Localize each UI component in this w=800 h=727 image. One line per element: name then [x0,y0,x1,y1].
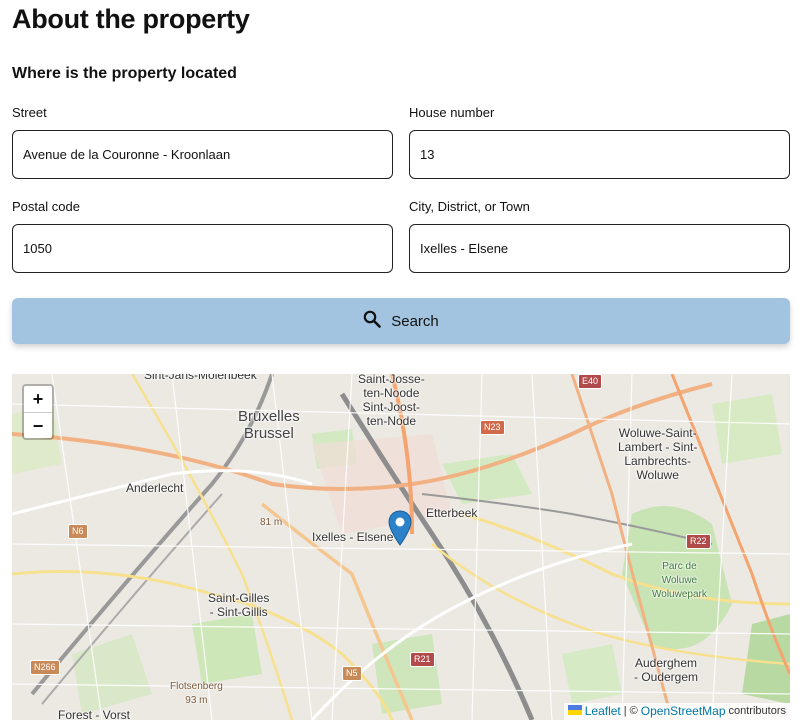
map-attribution: Leaflet | © OpenStreetMap contributors [563,703,790,720]
road-shield-e40: E40 [578,374,603,389]
map-label-forest: Forest - Vorst [58,708,131,720]
attribution-separator: | © [623,705,638,717]
map-label-saint-josse: Saint-Josse- ten-Noode Sint-Joost- ten-N… [358,374,425,428]
house-number-input[interactable] [409,130,790,179]
location-heading: Where is the property located [12,65,237,82]
postal-code-label: Postal code [12,199,80,214]
city-label: City, District, or Town [409,199,530,214]
map-label-woluwe-lambert: Woluwe-Saint- Lambert - Sint- Lambrechts… [618,426,698,482]
street-label: Street [12,105,47,120]
zoom-control: + − [22,384,54,440]
map-label-saint-gilles: Saint-Gilles - Sint-Gillis [208,591,270,619]
search-icon [363,310,382,332]
road-shield-n5: N5 [342,666,362,681]
ukraine-flag-icon [567,704,582,718]
road-shield-r21: R21 [410,652,435,667]
search-button-label: Search [391,312,439,330]
map-label-flotsenberg: Flotsenberg 93 m [170,681,223,706]
openstreetmap-link[interactable]: OpenStreetMap [641,704,726,718]
road-shield-n266: N266 [30,660,60,675]
map-label-molenbeek: Sint-Jans-Molenbeek [144,374,257,382]
road-shield-n23: N23 [480,420,505,435]
map-label-auderghem: Auderghem - Oudergem [634,656,699,684]
map-label-bruxelles: Bruxelles Brussel [238,408,300,442]
house-number-label: House number [409,105,495,120]
road-shield-r22: R22 [686,534,711,549]
zoom-in-button[interactable]: + [24,386,52,412]
city-input[interactable] [409,224,790,273]
map-label-etterbeek: Etterbeek [426,506,478,520]
postal-code-input[interactable] [12,224,393,273]
map-label-parc-woluwe: Parc de Woluwe Woluwepark [652,561,707,600]
street-input[interactable] [12,130,393,179]
map[interactable]: + − Sint-Jans-Molenbeek Bruxelles Brusse… [12,374,790,720]
attribution-suffix: contributors [728,705,786,717]
map-label-anderlecht: Anderlecht [126,481,184,495]
page-title: About the property [12,4,250,34]
road-shield-n6: N6 [68,524,88,539]
zoom-out-button[interactable]: − [24,412,52,438]
map-label-ixelles: Ixelles - Elsene [312,530,394,544]
leaflet-link[interactable]: Leaflet [585,704,621,718]
search-button[interactable]: Search [12,298,790,344]
map-label-elevation-81: 81 m [260,517,283,528]
map-marker-icon[interactable] [388,510,412,546]
